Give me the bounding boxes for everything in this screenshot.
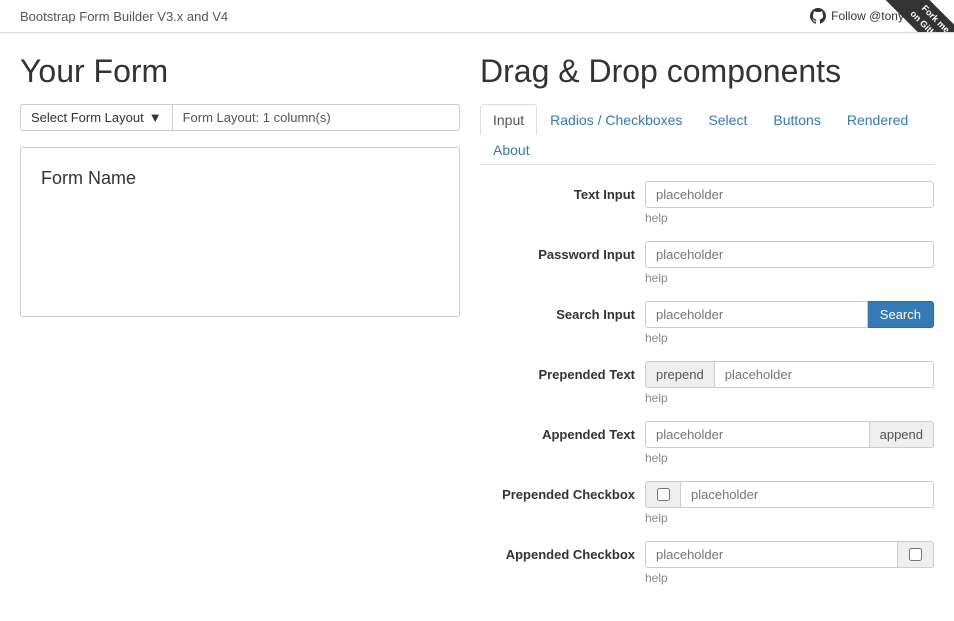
prepended-text-label: Prepended Text [480,361,635,382]
prepended-text-help: help [645,391,934,405]
search-input-group: Search [645,301,934,328]
search-input-label: Search Input [480,301,635,322]
password-input-label: Password Input [480,241,635,262]
form-layout-bar: Select Form Layout ▼ Form Layout: 1 colu… [20,104,460,131]
components-list: Text Input help Password Input help Sear… [480,181,934,601]
prepended-text-row: Prepended Text prepend help [480,361,934,405]
search-button[interactable]: Search [868,301,934,328]
tab-about[interactable]: About [480,134,934,165]
form-name-label: Form Name [41,168,439,189]
password-input-field[interactable] [645,241,934,268]
text-input-row: Text Input help [480,181,934,225]
your-form-heading: Your Form [20,53,460,90]
text-input-help: help [645,211,934,225]
fork-ribbon: Fork meon GitHub [874,0,954,33]
dropdown-arrow-icon: ▼ [149,110,162,125]
text-input-label: Text Input [480,181,635,202]
prepend-checkbox-input[interactable] [657,488,670,501]
tab-radios[interactable]: Radios / Checkboxes [537,104,695,135]
tab-input[interactable]: Input [480,104,537,135]
prepended-text-controls: prepend help [645,361,934,405]
drag-drop-heading: Drag & Drop components [480,53,934,90]
password-input-help: help [645,271,934,285]
app-header: Bootstrap Form Builder V3.x and V4 Follo… [0,0,954,33]
tab-select[interactable]: Select [695,104,760,135]
append-addon: append [870,421,934,448]
right-panel: Drag & Drop components Input Radios / Ch… [480,53,934,601]
text-input-controls: help [645,181,934,225]
fork-ribbon-text: Fork meon GitHub [881,0,954,33]
appended-checkbox-field[interactable] [645,541,898,568]
appended-text-group: append [645,421,934,448]
prepended-checkbox-field[interactable] [681,481,934,508]
appended-text-field[interactable] [645,421,870,448]
form-layout-info: Form Layout: 1 column(s) [172,104,460,131]
prepended-text-field[interactable] [715,361,934,388]
append-checkbox-input[interactable] [909,548,922,561]
appended-checkbox-help: help [645,571,934,585]
appended-checkbox-row: Appended Checkbox help [480,541,934,585]
prepended-checkbox-controls: help [645,481,934,525]
tabs-nav: Input Radios / Checkboxes Select Buttons… [480,104,934,165]
app-title: Bootstrap Form Builder V3.x and V4 [20,9,228,24]
prepended-checkbox-group [645,481,934,508]
appended-text-controls: append help [645,421,934,465]
appended-checkbox-controls: help [645,541,934,585]
prepended-text-group: prepend [645,361,934,388]
password-input-controls: help [645,241,934,285]
search-input-field[interactable] [645,301,868,328]
password-input-row: Password Input help [480,241,934,285]
prepended-checkbox-help: help [645,511,934,525]
appended-checkbox-group [645,541,934,568]
prepended-checkbox-label: Prepended Checkbox [480,481,635,502]
prepend-checkbox-addon [645,481,681,508]
left-panel: Your Form Select Form Layout ▼ Form Layo… [20,53,460,601]
github-icon [810,8,826,24]
main-content: Your Form Select Form Layout ▼ Form Layo… [0,33,954,621]
appended-checkbox-label: Appended Checkbox [480,541,635,562]
appended-text-label: Appended Text [480,421,635,442]
appended-text-row: Appended Text append help [480,421,934,465]
append-checkbox-addon [898,541,934,568]
search-input-controls: Search help [645,301,934,345]
appended-text-help: help [645,451,934,465]
search-input-help: help [645,331,934,345]
prepended-checkbox-row: Prepended Checkbox help [480,481,934,525]
search-input-row: Search Input Search help [480,301,934,345]
tab-rendered[interactable]: Rendered [834,104,922,135]
select-layout-button[interactable]: Select Form Layout ▼ [20,104,172,131]
tab-buttons[interactable]: Buttons [760,104,833,135]
text-input-field[interactable] [645,181,934,208]
prepend-addon: prepend [645,361,715,388]
select-layout-label: Select Form Layout [31,110,144,125]
form-preview-box: Form Name [20,147,460,317]
